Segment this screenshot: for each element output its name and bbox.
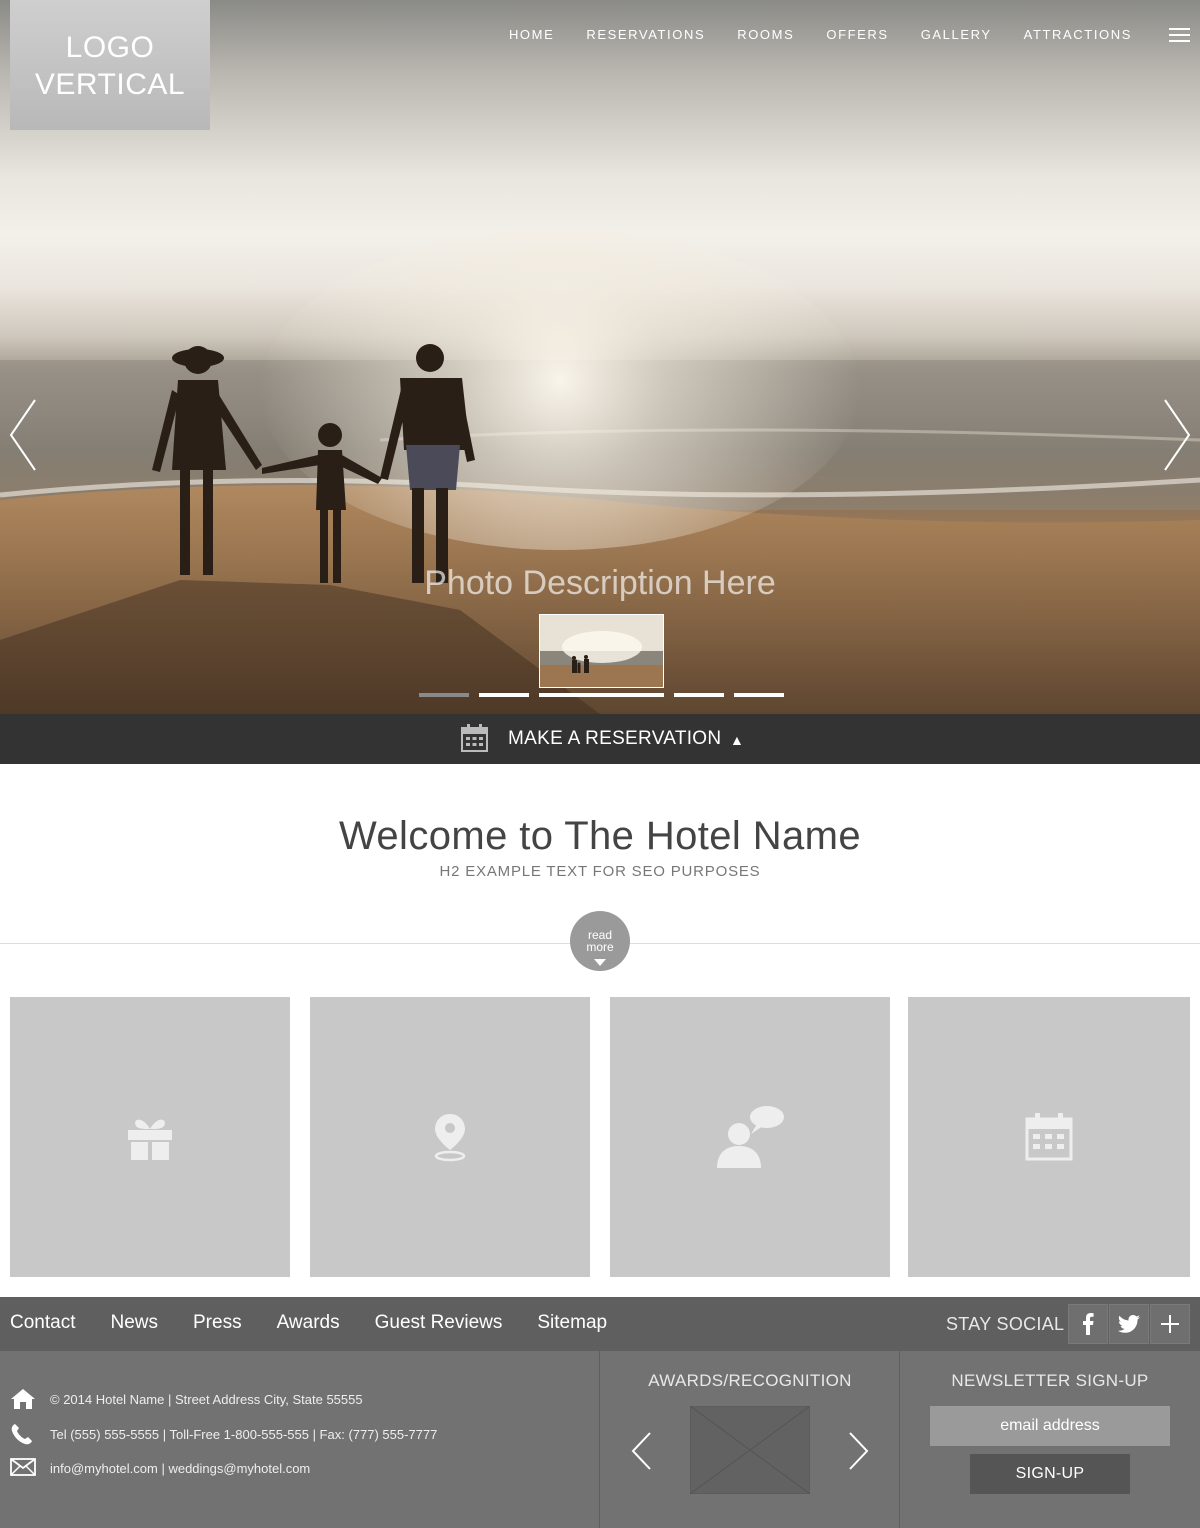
page-title: Welcome to The Hotel Name	[338, 814, 862, 858]
phone-text: Tel (555) 555-5555 | Toll-Free 1-800-555…	[50, 1427, 438, 1442]
nav-home[interactable]: HOME	[509, 26, 554, 44]
feature-tile-location[interactable]	[310, 997, 590, 1277]
reservation-label: MAKE A RESERVATION	[508, 728, 722, 749]
nav-offers[interactable]: OFFERS	[826, 26, 888, 44]
hamburger-icon[interactable]	[1169, 27, 1190, 43]
chevron-left-icon[interactable]	[630, 1431, 652, 1471]
footer-link-press[interactable]: Press	[193, 1312, 242, 1334]
gift-icon	[128, 1119, 172, 1160]
logo-line-1: LOGO	[65, 31, 155, 64]
mail-icon	[10, 1458, 36, 1476]
footer-link-guest-reviews[interactable]: Guest Reviews	[375, 1312, 503, 1334]
footer-link-awards[interactable]: Awards	[277, 1312, 340, 1334]
toggle-up-icon[interactable]: ▲	[730, 732, 744, 748]
read-more-line-2: more	[586, 940, 614, 954]
logo[interactable]: LOGO VERTICAL	[10, 0, 210, 130]
slide-dot[interactable]	[674, 693, 724, 697]
photo-description: Photo Description Here	[424, 564, 776, 602]
logo-line-2: VERTICAL	[34, 68, 186, 101]
read-more-button[interactable]: read more	[570, 911, 630, 971]
social-label: STAY SOCIAL	[946, 1314, 1065, 1334]
welcome-section: Welcome to The Hotel Name H2 EXAMPLE TEX…	[0, 814, 1200, 880]
slide-dot[interactable]	[734, 693, 784, 697]
calendar-icon	[461, 724, 488, 752]
email-text[interactable]: info@myhotel.com | weddings@myhotel.com	[50, 1461, 310, 1476]
slide-dot[interactable]	[419, 693, 469, 697]
caret-down-icon	[594, 959, 606, 966]
address-text: © 2014 Hotel Name | Street Address City,…	[50, 1392, 363, 1407]
nav-reservations[interactable]: RESERVATIONS	[586, 26, 705, 44]
person-chat-icon	[717, 1106, 784, 1168]
page-subtitle: H2 EXAMPLE TEXT FOR SEO PURPOSES	[439, 863, 761, 880]
slide-indicators	[0, 693, 1200, 698]
nav-gallery[interactable]: GALLERY	[921, 26, 992, 44]
award-image-placeholder	[690, 1406, 810, 1494]
newsletter-email-input[interactable]	[930, 1406, 1170, 1446]
feature-tile-reviews[interactable]	[610, 997, 890, 1277]
reservation-bar[interactable]: MAKE A RESERVATION ▲	[0, 714, 1200, 764]
chevron-left-icon[interactable]	[8, 398, 38, 472]
feature-tile-events[interactable]	[908, 997, 1190, 1277]
signup-button[interactable]: SIGN-UP	[970, 1454, 1130, 1494]
twitter-button[interactable]	[1109, 1304, 1149, 1344]
footer: © 2014 Hotel Name | Street Address City,…	[0, 1351, 1200, 1528]
nav-rooms[interactable]: ROOMS	[737, 26, 794, 44]
newsletter-title: NEWSLETTER SIGN-UP	[951, 1371, 1149, 1390]
slide-thumbnail[interactable]	[539, 614, 664, 688]
twitter-icon	[1118, 1315, 1140, 1333]
plus-icon	[1161, 1315, 1179, 1333]
feature-tile-offers[interactable]	[10, 997, 290, 1277]
calendar-icon	[1025, 1113, 1073, 1161]
facebook-icon	[1083, 1313, 1094, 1335]
chevron-right-icon[interactable]	[848, 1431, 870, 1471]
chevron-right-icon[interactable]	[1162, 398, 1192, 472]
footer-link-news[interactable]: News	[110, 1312, 158, 1334]
main-nav: HOME RESERVATIONS ROOMS OFFERS GALLERY A…	[477, 26, 1132, 44]
home-icon	[11, 1389, 35, 1409]
slide-dot[interactable]	[539, 693, 664, 697]
footer-link-sitemap[interactable]: Sitemap	[537, 1312, 607, 1334]
hero-slider: LOGO VERTICAL HOME RESERVATIONS ROOMS OF…	[0, 0, 1200, 714]
footer-nav: Contact News Press Awards Guest Reviews …	[0, 1297, 1200, 1351]
more-social-button[interactable]	[1150, 1304, 1190, 1344]
awards-title: AWARDS/RECOGNITION	[648, 1371, 852, 1390]
phone-icon	[11, 1424, 33, 1445]
nav-attractions[interactable]: ATTRACTIONS	[1024, 26, 1132, 44]
footer-link-contact[interactable]: Contact	[10, 1312, 75, 1334]
facebook-button[interactable]	[1068, 1304, 1108, 1344]
map-pin-icon	[434, 1114, 466, 1162]
slide-dot[interactable]	[479, 693, 529, 697]
